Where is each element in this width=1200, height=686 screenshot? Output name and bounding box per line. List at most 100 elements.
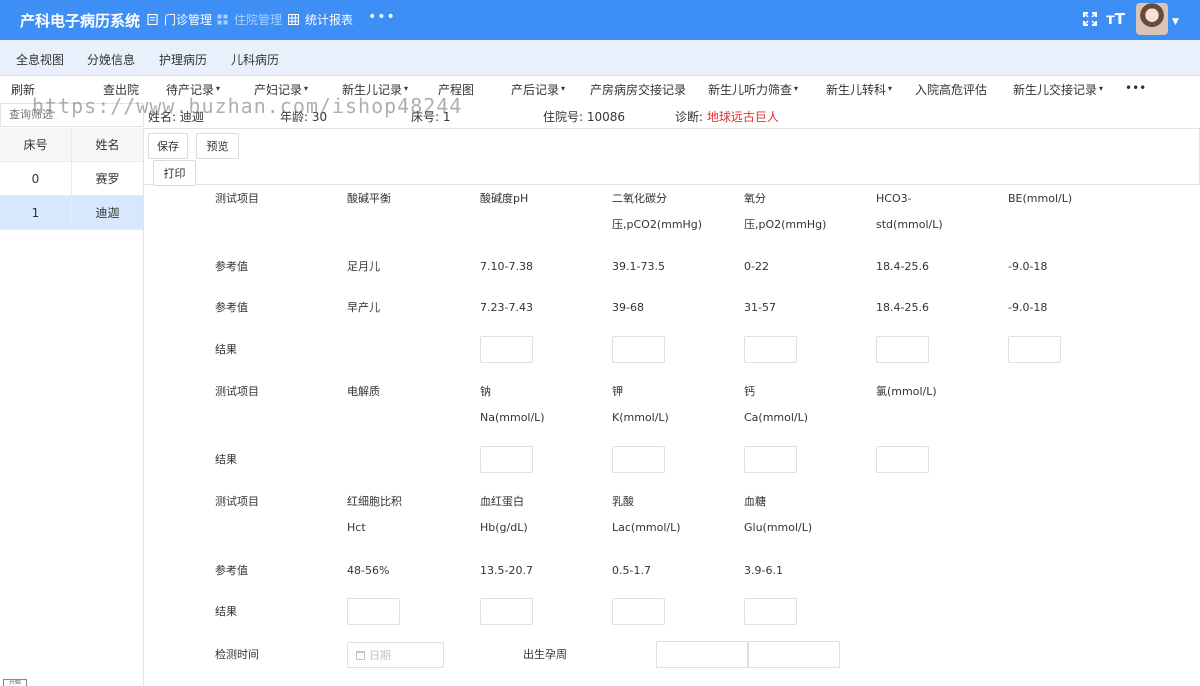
- blood-header-hct-unit: Hct: [347, 521, 366, 534]
- toolbar-partograph[interactable]: 产程图: [438, 81, 474, 98]
- gestation-label: 出生孕周: [523, 648, 567, 661]
- ref-value: 31-57: [744, 301, 776, 314]
- k-result-input[interactable]: [612, 446, 665, 473]
- chevron-down-icon: ▾: [561, 84, 566, 93]
- electrolyte-header-ca: 钙: [744, 385, 755, 398]
- gestation-weeks-input[interactable]: [656, 641, 748, 668]
- pco2-result-input[interactable]: [612, 336, 665, 363]
- save-button[interactable]: 保存: [148, 133, 188, 159]
- ref-value: 48-56%: [347, 564, 390, 577]
- toolbar-postpartum-record-label: 产后记录: [511, 83, 560, 97]
- blood-header-lac-unit: Lac(mmol/L): [612, 521, 681, 534]
- tab-delivery-info[interactable]: 分娩信息: [87, 51, 135, 68]
- patient-bed-value: 1: [442, 110, 451, 124]
- toolbar-maternal-record[interactable]: 产妇记录 ▾: [254, 81, 308, 98]
- ref-value: -9.0-18: [1008, 301, 1048, 314]
- ref-label: 参考值: [215, 301, 248, 314]
- cl-result-input[interactable]: [876, 446, 929, 473]
- start-tag[interactable]: 开始: [3, 679, 27, 686]
- tab-pediatric-record[interactable]: 儿科病历: [231, 51, 279, 68]
- toolbar-refresh[interactable]: 刷新: [11, 81, 35, 98]
- toolbar-hearing-screening[interactable]: 新生儿听力筛查 ▾: [708, 81, 798, 98]
- hct-result-input[interactable]: [347, 598, 400, 625]
- patient-bed-label: 床号:: [411, 110, 440, 124]
- search-input[interactable]: [0, 103, 144, 127]
- bed-list-row-selected[interactable]: 1 迪迦: [0, 196, 143, 230]
- acid-base-header-be: BE(mmol/L): [1008, 192, 1073, 205]
- hco3-result-input[interactable]: [876, 336, 929, 363]
- acid-base-header-pco2: 二氧化碳分: [612, 192, 667, 205]
- ref-value: 18.4-25.6: [876, 301, 929, 314]
- toolbar-risk-assessment[interactable]: 入院高危评估: [915, 81, 987, 98]
- toolbar-labor-record[interactable]: 待产记录 ▾: [166, 81, 220, 98]
- blood-header-hb: 血红蛋白: [480, 495, 524, 508]
- ref-value: 0.5-1.7: [612, 564, 651, 577]
- font-size-icon[interactable]: тT: [1106, 10, 1125, 28]
- patient-bed: 床号: 1: [411, 108, 451, 125]
- nav-inpatient[interactable]: 住院管理: [217, 11, 282, 28]
- ref-value: 39.1-73.5: [612, 260, 665, 273]
- bed-list: 床号 姓名 0 赛罗 1 迪迦 开始: [0, 128, 144, 686]
- nav-reports-label: 统计报表: [305, 13, 354, 27]
- chevron-down-icon[interactable]: ▼: [1172, 17, 1179, 27]
- patient-name-value: 迪迦: [179, 110, 204, 124]
- toolbar-newborn-transfer[interactable]: 新生儿转科 ▾: [826, 81, 892, 98]
- record-toolbar: 刷新 查出院 待产记录 ▾ 产妇记录 ▾ 新生儿记录 ▾ 产程图 产后记录 ▾ 产房病房…: [0, 77, 1200, 101]
- electrolyte-header-item: 测试项目: [215, 385, 259, 398]
- na-result-input[interactable]: [480, 446, 533, 473]
- ref-value: 3.9-6.1: [744, 564, 783, 577]
- ref-preterm-label: 早产儿: [347, 301, 380, 314]
- electrolyte-header-ca-unit: Ca(mmol/L): [744, 411, 809, 424]
- patient-age: 年龄: 30: [280, 108, 327, 125]
- patient-diagnosis: 诊断: 地球远古巨人: [675, 108, 779, 125]
- electrolyte-header-na-unit: Na(mmol/L): [480, 411, 545, 424]
- hb-result-input[interactable]: [480, 598, 533, 625]
- toolbar-more-icon[interactable]: •••: [1125, 81, 1146, 95]
- ref-value: 39-68: [612, 301, 644, 314]
- ca-result-input[interactable]: [744, 446, 797, 473]
- toolbar-postpartum-record[interactable]: 产后记录 ▾: [511, 81, 565, 98]
- patient-name-cell: 迪迦: [95, 206, 120, 220]
- po2-result-input[interactable]: [744, 336, 797, 363]
- electrolyte-header-k: 钾: [612, 385, 623, 398]
- toolbar-newborn-record[interactable]: 新生儿记录 ▾: [342, 81, 408, 98]
- toolbar-newborn-transfer-label: 新生儿转科: [826, 83, 887, 97]
- preview-button[interactable]: 预览: [196, 133, 239, 159]
- toolbar-discharged[interactable]: 查出院: [103, 81, 139, 98]
- top-bar: 产科电子病历系统 门诊管理 住院管理 统计报表 ••• тT ▼: [0, 0, 1200, 40]
- chevron-down-icon: ▾: [1099, 84, 1104, 93]
- blood-header-hct: 红细胞比积: [347, 495, 402, 508]
- nav-outpatient-label: 门诊管理: [164, 13, 213, 27]
- chevron-down-icon: ▾: [304, 84, 309, 93]
- patient-inpatient-value: 10086: [586, 110, 626, 124]
- nav-reports[interactable]: 统计报表: [288, 11, 353, 28]
- table-icon: [288, 14, 299, 25]
- fullscreen-icon[interactable]: [1083, 12, 1097, 26]
- bed-list-row[interactable]: 0 赛罗: [0, 162, 143, 196]
- acid-base-header-item: 测试项目: [215, 192, 259, 205]
- chevron-down-icon: ▾: [794, 84, 799, 93]
- tab-nursing-record[interactable]: 护理病历: [159, 51, 207, 68]
- glu-result-input[interactable]: [744, 598, 797, 625]
- patient-inpatient-label: 住院号:: [543, 110, 584, 124]
- print-button[interactable]: 打印: [153, 160, 196, 186]
- patient-diagnosis-value: 地球远古巨人: [706, 110, 779, 124]
- result-label: 结果: [215, 453, 237, 466]
- electrolyte-header-cl: 氯(mmol/L): [876, 385, 937, 398]
- lac-result-input[interactable]: [612, 598, 665, 625]
- ref-value: 18.4-25.6: [876, 260, 929, 273]
- blood-header-item: 测试项目: [215, 495, 259, 508]
- chevron-down-icon: ▾: [404, 84, 409, 93]
- date-picker[interactable]: 日期: [347, 642, 444, 668]
- acid-base-header-ph: 酸碱度pH: [480, 192, 529, 205]
- toolbar-newborn-handover[interactable]: 新生儿交接记录 ▾: [1013, 81, 1103, 98]
- nav-more-icon[interactable]: •••: [368, 9, 396, 25]
- nav-outpatient[interactable]: 门诊管理: [147, 11, 212, 28]
- toolbar-ward-handover[interactable]: 产房病房交接记录: [590, 81, 686, 98]
- gestation-days-input[interactable]: [748, 641, 840, 668]
- ph-result-input[interactable]: [480, 336, 533, 363]
- be-result-input[interactable]: [1008, 336, 1061, 363]
- avatar[interactable]: [1136, 3, 1168, 35]
- grid-icon: [217, 14, 228, 25]
- tab-overview[interactable]: 全息视图: [16, 51, 64, 68]
